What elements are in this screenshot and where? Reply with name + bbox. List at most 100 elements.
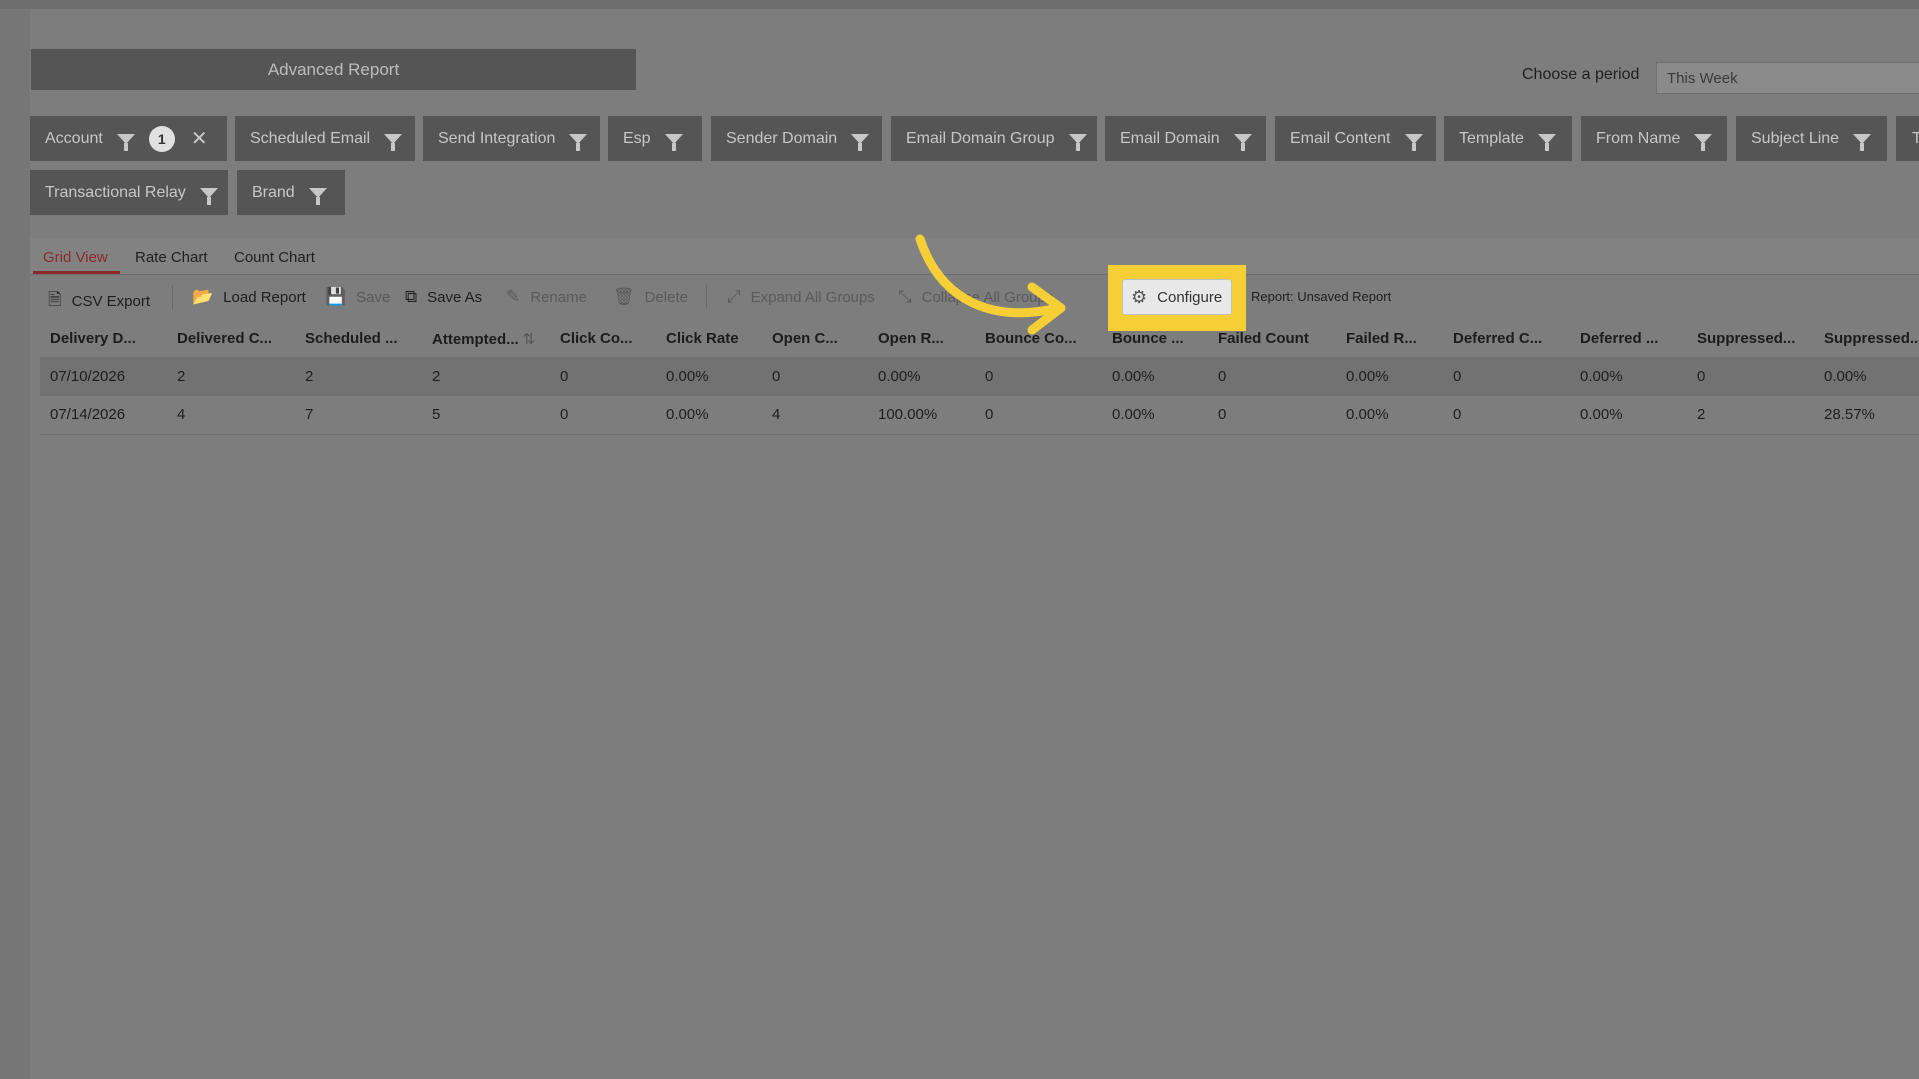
table-cell: 0.00%: [1824, 368, 1867, 385]
table-cell: 2: [177, 368, 186, 385]
tab-grid-view[interactable]: Grid View: [43, 249, 108, 266]
filter-icon: [116, 133, 135, 151]
table-cell: 0.00%: [1346, 368, 1389, 385]
trash-icon: 🗑: [613, 287, 635, 306]
save-as-label: Save As: [427, 288, 483, 306]
toolbar-divider: [172, 285, 173, 309]
table-cell: 0: [1218, 406, 1227, 423]
table-cell: 0: [1453, 406, 1462, 423]
left-strip: [0, 9, 30, 1079]
filter-icon: [851, 133, 870, 151]
tab-count-chart[interactable]: Count Chart: [234, 249, 315, 266]
filter-label: Email Content: [1290, 129, 1391, 147]
column-header-bounce-rate[interactable]: Bounce ...: [1112, 330, 1184, 347]
period-select[interactable]: This Week: [1656, 62, 1919, 94]
filter-label: Template: [1459, 129, 1524, 147]
filter-account[interactable]: Account 1 ✕: [30, 116, 227, 161]
column-header-deferred-rate[interactable]: Deferred ...: [1580, 330, 1658, 347]
column-header-failed-count[interactable]: Failed Count: [1218, 330, 1309, 347]
column-header-suppressed-rate[interactable]: Suppressed...: [1824, 330, 1919, 347]
filter-email-domain-group[interactable]: Email Domain Group: [891, 116, 1097, 161]
top-strip: [0, 0, 1919, 9]
rename-label: Rename: [530, 288, 587, 306]
filter-scheduled-email[interactable]: Scheduled Email: [235, 116, 415, 161]
gear-icon: ⚙: [1131, 286, 1148, 307]
filter-email-domain[interactable]: Email Domain: [1105, 116, 1266, 161]
close-icon[interactable]: ✕: [191, 126, 208, 151]
column-header-suppressed-count[interactable]: Suppressed...: [1697, 330, 1795, 347]
sort-icon[interactable]: ⇅: [523, 331, 536, 348]
column-header-delivery-date[interactable]: Delivery D...: [50, 330, 136, 347]
filter-icon: [384, 133, 403, 151]
save-as-button[interactable]: ⧉ Save As: [405, 287, 482, 307]
expand-icon: ⤢: [727, 287, 741, 306]
table-row[interactable]: [40, 358, 1919, 396]
table-cell: 0.00%: [666, 406, 709, 423]
column-header-bounce-count[interactable]: Bounce Co...: [985, 330, 1077, 347]
table-cell: 07/10/2026: [50, 368, 126, 385]
expand-all-groups-button[interactable]: ⤢ Expand All Groups: [727, 287, 875, 307]
rename-button[interactable]: ✎ Rename: [506, 287, 587, 307]
filter-transactional-relay[interactable]: Transactional Relay: [30, 170, 228, 215]
column-header-deferred-count[interactable]: Deferred C...: [1453, 330, 1542, 347]
table-cell: 100.00%: [878, 406, 938, 423]
report-name: Report: Unsaved Report: [1251, 289, 1392, 304]
tab-rate-chart[interactable]: Rate Chart: [135, 249, 208, 266]
configure-button[interactable]: ⚙ Configure: [1122, 279, 1232, 315]
column-header-failed-rate[interactable]: Failed R...: [1346, 330, 1417, 347]
page-title: Advanced Report: [31, 49, 636, 90]
report-page: Advanced Report Choose a period This Wee…: [30, 9, 1919, 1079]
column-header-click-count[interactable]: Click Co...: [560, 330, 633, 347]
filter-count-badge: 1: [148, 125, 175, 152]
filter-icon: [308, 187, 327, 205]
delete-label: Delete: [644, 288, 688, 306]
filter-icon: [569, 133, 588, 151]
table-row[interactable]: [40, 396, 1919, 435]
load-report-label: Load Report: [223, 288, 306, 306]
expand-all-label: Expand All Groups: [750, 288, 875, 306]
filter-label: Transactional Relay: [45, 183, 186, 201]
csv-export-label: CSV Export: [71, 293, 151, 310]
column-header-scheduled[interactable]: Scheduled ...: [305, 330, 398, 347]
copy-icon: ⧉: [405, 287, 418, 306]
active-tab-indicator: [33, 271, 120, 274]
column-header-click-rate[interactable]: Click Rate: [666, 330, 739, 347]
filter-label: Send Integration: [438, 129, 556, 147]
table-cell: 4: [772, 406, 781, 423]
table-cell: 0: [1697, 368, 1706, 385]
filter-sender-domain[interactable]: Sender Domain: [711, 116, 882, 161]
table-cell: 2: [1697, 406, 1706, 423]
table-cell: 0: [560, 368, 569, 385]
table-cell: 4: [177, 406, 186, 423]
filter-label: From Name: [1596, 129, 1681, 147]
save-button[interactable]: 💾 Save: [325, 287, 390, 307]
filter-email-content[interactable]: Email Content: [1275, 116, 1436, 161]
load-report-button[interactable]: 📂 Load Report: [192, 287, 306, 307]
filter-truncated[interactable]: T: [1896, 116, 1919, 161]
filter-label: Email Domain Group: [906, 129, 1055, 147]
csv-export-button[interactable]: 🗎 CSV Export: [48, 287, 150, 316]
filter-label: T: [1912, 129, 1919, 147]
column-header-open-count[interactable]: Open C...: [772, 330, 838, 347]
table-cell: 5: [432, 406, 441, 423]
column-header-open-rate[interactable]: Open R...: [878, 330, 944, 347]
table-cell: 0: [1453, 368, 1462, 385]
filter-brand[interactable]: Brand: [237, 170, 345, 215]
delete-button[interactable]: 🗑 Delete: [613, 287, 688, 307]
filter-icon: [1233, 133, 1252, 151]
filter-label: Email Domain: [1120, 129, 1220, 147]
table-cell: 0: [772, 368, 781, 385]
filter-label: Scheduled Email: [250, 129, 371, 147]
filter-template[interactable]: Template: [1444, 116, 1572, 161]
column-header-attempted-label: Attempted...: [432, 331, 519, 348]
filter-esp[interactable]: Esp: [608, 116, 702, 161]
column-header-attempted[interactable]: Attempted... ⇅: [432, 330, 535, 348]
filter-subject-line[interactable]: Subject Line: [1736, 116, 1887, 161]
table-cell: 0.00%: [1346, 406, 1389, 423]
filter-icon: [1068, 133, 1087, 151]
period-label: Choose a period: [1522, 66, 1640, 83]
column-header-delivered-count[interactable]: Delivered C...: [177, 330, 272, 347]
filter-from-name[interactable]: From Name: [1581, 116, 1727, 161]
table-cell: 0.00%: [1112, 406, 1155, 423]
filter-send-integration[interactable]: Send Integration: [423, 116, 600, 161]
